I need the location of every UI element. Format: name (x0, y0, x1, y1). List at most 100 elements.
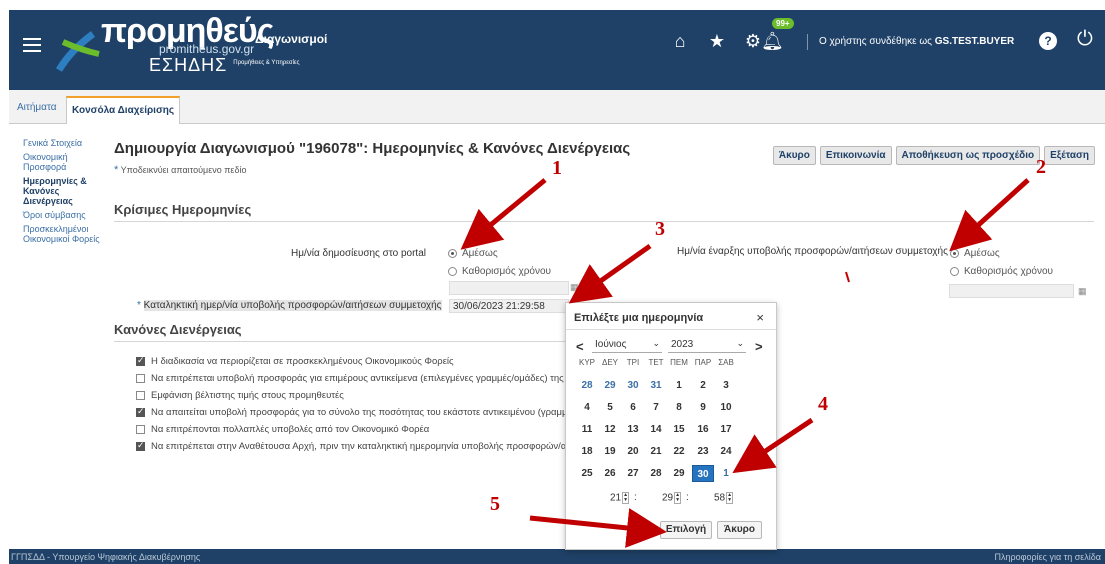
calendar-day[interactable]: 13 (622, 421, 644, 438)
rule-checkbox[interactable]: Να απαιτείται υποβολή προσφοράς για το σ… (136, 406, 576, 418)
hour-spinner[interactable]: 21 ▲ ▼ (610, 492, 630, 506)
deadline-input[interactable]: 30/06/2023 21:29:58 (449, 299, 569, 313)
calendar-day[interactable]: 19 (599, 443, 621, 460)
calendar-day[interactable]: 11 (576, 421, 598, 438)
deadline-label: * Καταληκτική ημερ/νία υποβολής προσφορώ… (137, 300, 442, 311)
submit-start-immediate-radio[interactable]: Αμέσως (950, 248, 1000, 259)
calendar-day[interactable]: 26 (599, 465, 621, 482)
calendar-day[interactable]: 1 (715, 465, 737, 482)
rules-heading: Κανόνες Διενέργειας (114, 322, 242, 337)
datepicker-title: Επιλέξτε μια ημερομηνία (574, 312, 704, 324)
sidebar-item-dates-rules[interactable]: Ημερομηνίες & Κανόνες Διενέργειας (23, 176, 103, 206)
calendar-day[interactable]: 30 (622, 377, 644, 394)
calendar-day[interactable]: 28 (645, 465, 667, 482)
publish-scheduled-radio[interactable]: Καθορισμός χρόνου (448, 266, 551, 277)
tab-requests[interactable]: Αιτήματα (17, 102, 57, 113)
weekday-header: ΔΕΥ (601, 358, 618, 367)
calendar-day[interactable]: 28 (576, 377, 598, 394)
submit-start-input[interactable] (949, 284, 1074, 298)
submit-start-scheduled-radio[interactable]: Καθορισμός χρόνου (950, 266, 1053, 277)
cancel-date-button[interactable]: Άκυρο (717, 521, 762, 539)
contact-button[interactable]: Επικοινωνία (819, 146, 892, 165)
action-buttons: Άκυρο Επικοινωνία Αποθήκευση ως προσχέδι… (772, 146, 1095, 165)
month-select[interactable]: Ιούνιος ⌄ (592, 338, 662, 353)
annotation-number: 4 (818, 393, 828, 415)
menu-icon[interactable] (23, 38, 41, 52)
tab-admin-console[interactable]: Κονσόλα Διαχείρισης (66, 96, 181, 125)
calendar-day[interactable]: 9 (692, 399, 714, 416)
calendar-day[interactable]: 6 (622, 399, 644, 416)
calendar-day-selected[interactable]: 30 (692, 465, 714, 482)
rule-checkbox[interactable]: Να επιτρέπονται πολλαπλές υποβολές από τ… (136, 424, 429, 435)
bell-icon[interactable]: 🔔︎ (761, 30, 784, 52)
datepicker-divider (566, 329, 776, 330)
calendar-day[interactable]: 4 (576, 399, 598, 416)
calendar-day[interactable]: 23 (692, 443, 714, 460)
calendar-day[interactable]: 8 (668, 399, 690, 416)
publish-date-input[interactable] (449, 281, 569, 295)
sidebar-item-financial-offer[interactable]: Οικονομική Προσφορά (23, 152, 103, 172)
weekday-header: ΠΕΜ (670, 358, 688, 367)
publish-immediate-radio[interactable]: Αμέσως (448, 248, 498, 259)
publish-calendar-icon[interactable]: ▦ (570, 282, 579, 293)
second-spinner[interactable]: 58 ▲ ▼ (714, 492, 734, 506)
cancel-button[interactable]: Άκυρο (772, 146, 816, 165)
calendar-day[interactable]: 29 (599, 377, 621, 394)
calendar-day[interactable]: 14 (645, 421, 667, 438)
minute-spinner[interactable]: 29 ▲ ▼ (662, 492, 682, 506)
sidebar-item-invited-suppliers[interactable]: Προσκεκλημένοι Οικονομικοί Φορείς (23, 224, 103, 244)
star-icon[interactable]: ★ (706, 30, 728, 52)
publish-date-label: Ημ/νία δημοσίευσης στο portal (291, 248, 426, 259)
rule-checkbox[interactable]: Να επιτρέπεται στην Αναθέτουσα Αρχή, πρι… (136, 440, 590, 452)
calendar-day[interactable]: 21 (645, 443, 667, 460)
page-info-link[interactable]: Πληροφορίες για τη σελίδα (995, 552, 1101, 562)
weekday-header: ΣΑΒ (718, 358, 734, 367)
year-select[interactable]: 2023 ⌄ (668, 338, 746, 353)
sidebar-item-contract-terms[interactable]: Όροι σύμβασης (23, 210, 103, 220)
calendar-day[interactable]: 12 (599, 421, 621, 438)
weekday-header: ΤΡΙ (626, 358, 640, 367)
app-window: προμηθεύς Διαγωνισμοί promitheus.gov.gr … (9, 10, 1105, 564)
annotation-number: 5 (490, 493, 500, 515)
rule-checkbox[interactable]: Εμφάνιση βέλτιστης τιμής στους προμηθευτ… (136, 390, 344, 401)
annotation-number: 2 (1036, 156, 1046, 178)
rule-checkbox[interactable]: Να επιτρέπεται υποβολή προσφοράς για επι… (136, 373, 591, 384)
submit-start-calendar-icon[interactable]: ▦ (1078, 286, 1087, 297)
help-icon[interactable]: ? (1039, 32, 1057, 50)
top-header: προμηθεύς Διαγωνισμοί promitheus.gov.gr … (9, 10, 1105, 90)
calendar-day[interactable]: 3 (715, 377, 737, 394)
review-button[interactable]: Εξέταση (1044, 146, 1095, 165)
chevron-down-icon: ⌄ (652, 338, 660, 348)
calendar-day[interactable]: 27 (622, 465, 644, 482)
power-icon[interactable]: ⏻ (1077, 28, 1093, 51)
calendar-day[interactable]: 1 (668, 377, 690, 394)
calendar-day[interactable]: 24 (715, 443, 737, 460)
side-navigation: Γενικά Στοιχεία Οικονομική Προσφορά Ημερ… (23, 138, 103, 248)
select-date-button[interactable]: Επιλογή (660, 521, 712, 539)
calendar-day[interactable]: 7 (645, 399, 667, 416)
close-icon[interactable]: × (756, 310, 764, 325)
calendar-day[interactable]: 20 (622, 443, 644, 460)
calendar-day[interactable]: 10 (715, 399, 737, 416)
logo-mark-icon (55, 31, 100, 72)
sidebar-item-general[interactable]: Γενικά Στοιχεία (23, 138, 103, 148)
tab-bar: Αιτήματα Κονσόλα Διαχείρισης (9, 90, 1105, 125)
prev-month-icon[interactable]: < (576, 339, 584, 354)
section-divider (114, 341, 569, 342)
calendar-day[interactable]: 2 (692, 377, 714, 394)
calendar-day[interactable]: 17 (715, 421, 737, 438)
rule-checkbox[interactable]: Η διαδικασία να περιορίζεται σε προσκεκλ… (136, 355, 454, 367)
calendar-day[interactable]: 5 (599, 399, 621, 416)
calendar-day[interactable]: 18 (576, 443, 598, 460)
calendar-day[interactable]: 29 (668, 465, 690, 482)
calendar-day[interactable]: 22 (668, 443, 690, 460)
home-icon[interactable]: ⌂ (669, 30, 691, 52)
calendar-day[interactable]: 15 (668, 421, 690, 438)
next-month-icon[interactable]: > (755, 339, 763, 354)
calendar-day[interactable]: 25 (576, 465, 598, 482)
calendar-day[interactable]: 31 (645, 377, 667, 394)
save-draft-button[interactable]: Αποθήκευση ως προσχέδιο (895, 146, 1041, 165)
calendar-day[interactable]: 16 (692, 421, 714, 438)
logo-url: promitheus.gov.gr (159, 42, 255, 56)
main-content: Γενικά Στοιχεία Οικονομική Προσφορά Ημερ… (9, 124, 1105, 549)
